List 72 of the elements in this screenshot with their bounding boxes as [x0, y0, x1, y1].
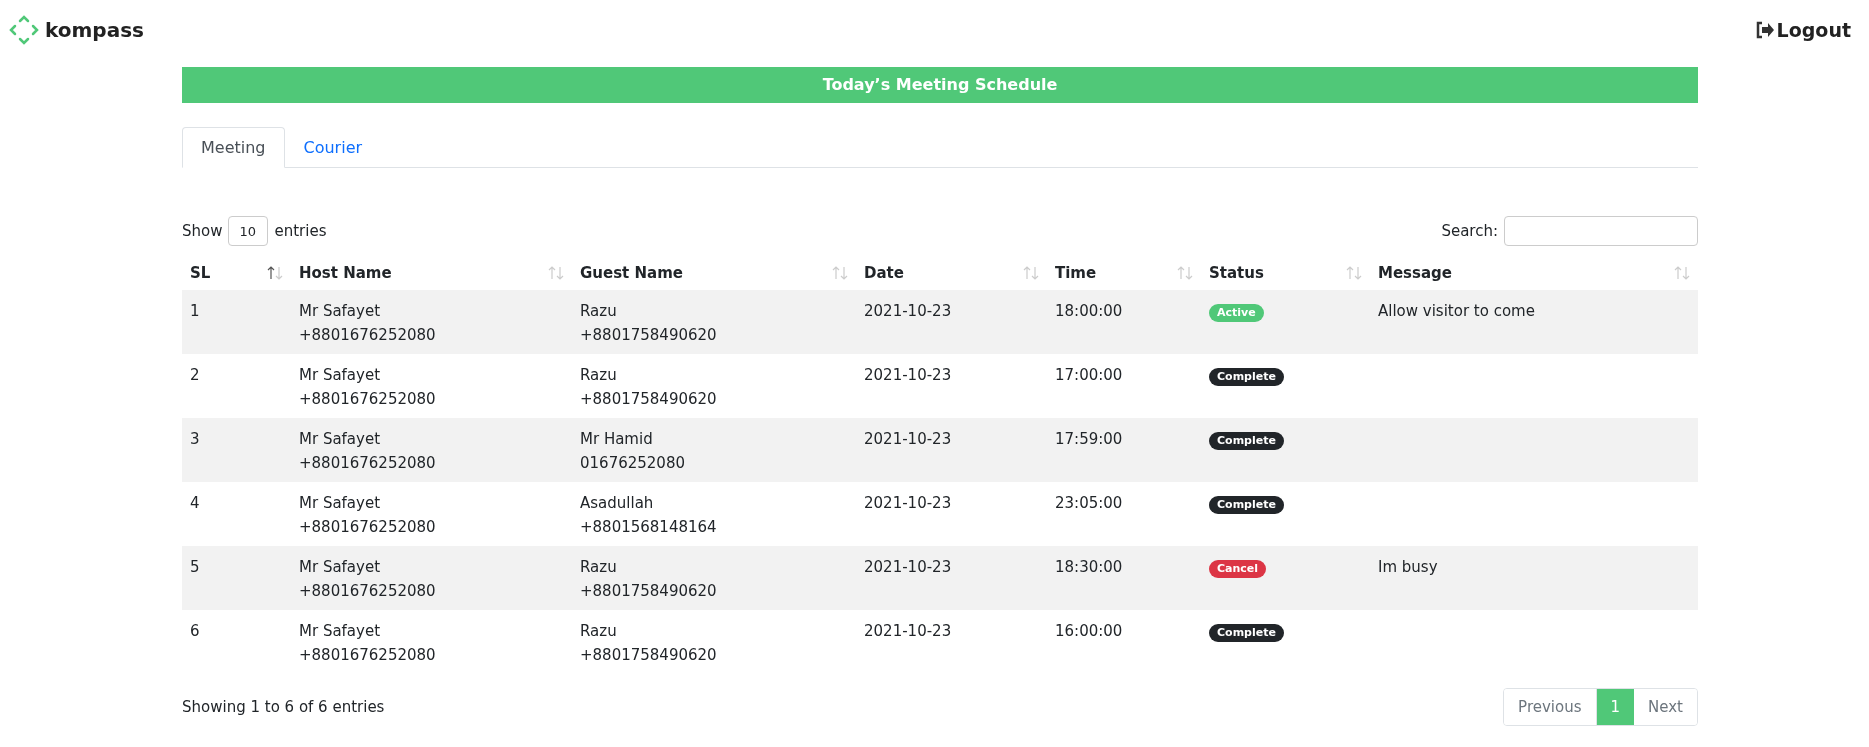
table-cell-text: Im busy	[1378, 557, 1439, 578]
table-cell-text: 2	[190, 365, 201, 386]
table-cell-text: Mr Safayet	[299, 621, 382, 642]
table-cell-text: 6	[190, 621, 201, 642]
status-badge: Complete	[1209, 368, 1284, 386]
table-cell-text: 2021-10-23	[864, 301, 953, 322]
table-cell-text: 23:05:00	[1055, 493, 1124, 514]
table-cell-text: 2021-10-23	[864, 557, 953, 578]
status-badge: Cancel	[1209, 560, 1267, 578]
logout-icon	[1754, 21, 1775, 39]
table-cell-text: 4	[190, 493, 201, 514]
table-cell-text: +8801676252080	[299, 517, 437, 538]
status-badge: Complete	[1209, 624, 1284, 642]
table-cell-text: +8801758490620	[580, 325, 718, 346]
previous-button[interactable]: Previous	[1504, 689, 1597, 725]
status-badge: Complete	[1209, 432, 1284, 450]
column-header[interactable]: Date	[864, 264, 904, 282]
entries-label: entries	[274, 222, 327, 240]
table-cell-text: Razu	[580, 557, 618, 578]
table-cell-text: Razu	[580, 621, 618, 642]
table-cell-text: 18:30:00	[1055, 557, 1124, 578]
table-cell-text: +8801758490620	[580, 645, 718, 666]
status-badge: Active	[1209, 304, 1264, 322]
table-cell-text: Mr Safayet	[299, 557, 382, 578]
table-cell-text: Razu	[580, 365, 618, 386]
table-cell-text: 3	[190, 429, 201, 450]
table-cell-text: +8801676252080	[299, 645, 437, 666]
table-cell-text: 1	[190, 301, 201, 322]
table-cell-text: 2021-10-23	[864, 429, 953, 450]
table-cell-text: 01676252080	[580, 453, 686, 474]
table-cell-text: +8801676252080	[299, 389, 437, 410]
schedule-banner: Today’s Meeting Schedule	[182, 67, 1698, 103]
column-header[interactable]: Time	[1055, 264, 1097, 282]
column-header[interactable]: SL	[190, 264, 211, 282]
table-cell-text: +8801676252080	[299, 581, 437, 602]
table-cell-text: +8801758490620	[580, 389, 718, 410]
table-cell-text: +8801758490620	[580, 581, 718, 602]
entries-info: Showing 1 to 6 of 6 entries	[182, 698, 385, 716]
table-cell-text: Razu	[580, 301, 618, 322]
table-cell-text: Mr Safayet	[299, 429, 382, 450]
column-header[interactable]: Message	[1378, 264, 1452, 282]
table-cell-text: Mr Safayet	[299, 365, 382, 386]
table-cell-text: Allow visitor to come	[1378, 301, 1536, 322]
column-header[interactable]: Host Name	[299, 264, 392, 282]
table-cell-text: 2021-10-23	[864, 365, 953, 386]
logo-icon	[9, 15, 39, 45]
column-header[interactable]: Status	[1209, 264, 1264, 282]
table-cell-text: Mr Hamid	[580, 429, 654, 450]
table-cell-text: +8801676252080	[299, 325, 437, 346]
table-cell-text: 16:00:00	[1055, 621, 1124, 642]
table-cell-text: 17:00:00	[1055, 365, 1124, 386]
table-cell-text: Asadullah	[580, 493, 655, 514]
table-cell-text: 18:00:00	[1055, 301, 1124, 322]
column-header[interactable]: Guest Name	[580, 264, 683, 282]
page-length-select[interactable]: 10	[228, 216, 269, 246]
search-field[interactable]	[1504, 216, 1698, 246]
search-label: Search:	[1441, 222, 1498, 240]
logout-button[interactable]: Logout	[1754, 19, 1851, 41]
tab[interactable]: Meeting	[182, 127, 285, 168]
table-cell-text: 2021-10-23	[864, 621, 953, 642]
show-label: Show	[182, 222, 223, 240]
brand-name: kompass	[45, 18, 144, 42]
status-badge: Complete	[1209, 496, 1284, 514]
tab[interactable]: Courier	[284, 127, 382, 168]
table-cell-text: 17:59:00	[1055, 429, 1124, 450]
table-cell-text: Mr Safayet	[299, 493, 382, 514]
table-cell-text: Mr Safayet	[299, 301, 382, 322]
table-cell-text: +8801676252080	[299, 453, 437, 474]
table-cell-text: 5	[190, 557, 201, 578]
table-cell-text: 2021-10-23	[864, 493, 953, 514]
sort-icon[interactable]	[267, 265, 283, 281]
table-cell-text: +8801568148164	[580, 517, 718, 538]
